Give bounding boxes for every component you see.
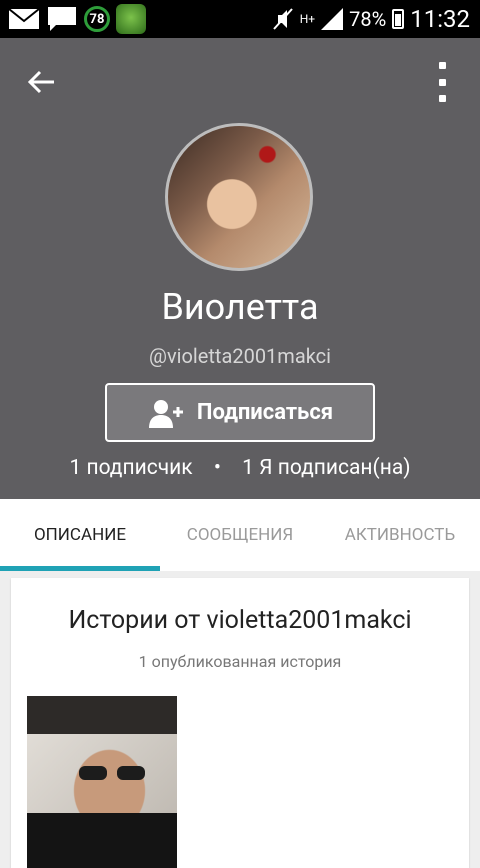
follow-button[interactable]: Подписаться: [105, 383, 375, 442]
arrow-back-icon: [27, 70, 54, 94]
signal-icon: [321, 8, 344, 30]
follow-counts: 1 подписчик • 1 Я подписан(на): [0, 456, 480, 480]
badge-icon: 78: [84, 6, 110, 32]
chat-icon: [48, 7, 76, 31]
overflow-menu-button[interactable]: [434, 62, 450, 102]
follow-label: Подписаться: [196, 400, 334, 425]
menu-dot-icon: [438, 95, 446, 102]
back-button[interactable]: [26, 66, 58, 98]
add-user-icon: [147, 398, 183, 428]
profile-handle: @violetta2001makci: [148, 344, 331, 368]
profile-name: Виолетта: [161, 286, 319, 328]
jacket-graphic: [27, 813, 177, 868]
system-icons: H+ 78% 11:32: [272, 5, 480, 33]
mail-icon: [8, 8, 40, 29]
network-type-icon: H+: [299, 12, 316, 26]
tab-activity[interactable]: АКТИВНОСТЬ: [320, 499, 480, 571]
story-thumbnail[interactable]: [27, 696, 177, 868]
tab-description[interactable]: ОПИСАНИЕ: [0, 499, 160, 571]
followers-count[interactable]: 1 подписчик: [69, 456, 192, 480]
menu-dot-icon: [438, 78, 446, 86]
status-bar: 78 H+ 78% 11:32: [0, 0, 480, 38]
notification-icons: 78: [0, 4, 146, 34]
tab-messages[interactable]: СООБЩЕНИЯ: [160, 499, 320, 571]
stories-count: 1 опубликованная история: [138, 652, 342, 671]
clock: 11:32: [410, 5, 470, 33]
sunglasses-graphic: [79, 766, 145, 780]
mute-icon: [272, 8, 293, 30]
stories-card: Истории от violetta2001makci 1 опубликов…: [11, 578, 469, 868]
lion-app-icon: [116, 4, 146, 34]
profile-tabs: ОПИСАНИЕ СООБЩЕНИЯ АКТИВНОСТЬ: [0, 499, 480, 571]
menu-dot-icon: [438, 62, 446, 69]
battery-icon: [392, 9, 405, 29]
battery-percent: 78%: [349, 7, 387, 31]
stories-title: Истории от violetta2001makci: [68, 606, 412, 635]
profile-avatar[interactable]: [165, 123, 313, 271]
following-count[interactable]: 1 Я подписан(на): [242, 456, 410, 480]
separator-dot: •: [213, 456, 221, 480]
profile-header: Виолетта @violetta2001makci Подписаться …: [0, 38, 480, 499]
